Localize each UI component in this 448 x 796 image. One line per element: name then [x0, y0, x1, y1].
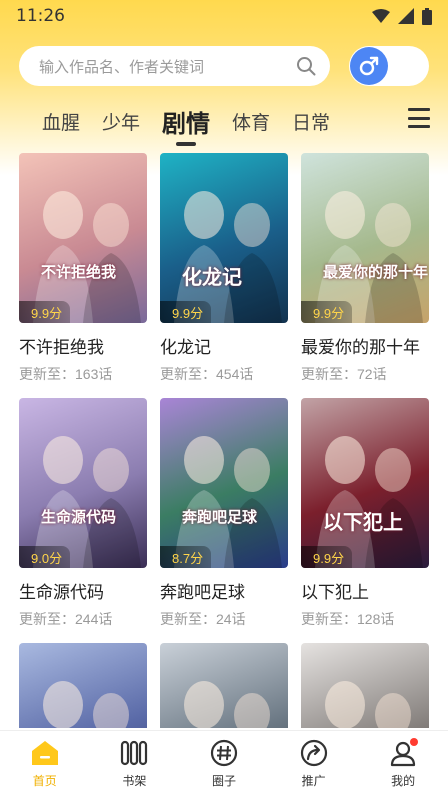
- tab-3[interactable]: 体育: [232, 108, 270, 135]
- cover-title-art: 生命源代码: [41, 508, 117, 526]
- wifi-icon: [372, 9, 390, 23]
- comic-cover[interactable]: [301, 643, 429, 728]
- comic-title[interactable]: 不许拒绝我: [19, 333, 147, 358]
- tab-indicator: [176, 141, 197, 146]
- nav-bookshelf-label: 书架: [122, 774, 147, 788]
- cover-art: [325, 681, 411, 728]
- nav-circle[interactable]: 圈子: [179, 731, 269, 796]
- comic-card[interactable]: [301, 643, 429, 728]
- comic-update-status: 更新至：128话: [301, 611, 395, 627]
- cover-art: [33, 436, 141, 568]
- gender-toggle[interactable]: [349, 46, 429, 86]
- bottom-nav: 首页 书架 圈子 推广 我的: [0, 730, 448, 796]
- rating-badge: 9.9分: [301, 301, 353, 323]
- tab-4[interactable]: 日常: [292, 108, 330, 135]
- cover-art: [174, 436, 282, 568]
- comic-card[interactable]: [160, 643, 288, 728]
- signal-icon: [398, 8, 414, 24]
- comic-cover[interactable]: 健: [19, 643, 147, 728]
- category-tabs: 血腥 少年 剧情 体育 日常 ​: [0, 96, 448, 146]
- nav-circle-label: 圈子: [211, 774, 236, 788]
- comic-title[interactable]: 生命源代码: [19, 578, 147, 603]
- nav-home[interactable]: 首页: [0, 731, 90, 796]
- comic-card[interactable]: 奔跑吧足球 8.7分 奔跑吧足球 更新至：24话: [160, 398, 288, 629]
- male-icon: [359, 56, 379, 76]
- rating-badge: 8.7分: [160, 546, 212, 568]
- tab-2-label: 剧情: [162, 110, 211, 138]
- male-knob[interactable]: [350, 47, 388, 85]
- status-bar: 11:26: [0, 0, 448, 32]
- cover-title-art: 奔跑吧足球: [182, 508, 258, 526]
- comic-update-status: 更新至：24话: [160, 611, 246, 627]
- nav-profile[interactable]: 我的: [358, 731, 448, 796]
- cover-title-art: 以下犯上: [323, 510, 403, 534]
- comic-title[interactable]: 化龙记: [160, 333, 288, 358]
- comic-cover[interactable]: 不许拒绝我 9.9分: [19, 153, 147, 323]
- cover-art: [315, 436, 423, 568]
- battery-icon: [422, 7, 432, 25]
- tab-partial-fade: ​: [352, 110, 364, 132]
- comic-cover[interactable]: 最爱你的那十年 9.9分: [301, 153, 429, 323]
- nav-profile-label: 我的: [391, 774, 416, 788]
- cover-art: [43, 681, 129, 728]
- rating-badge: 9.9分: [301, 546, 353, 568]
- status-icons: [372, 7, 432, 25]
- comic-cover[interactable]: 奔跑吧足球 8.7分: [160, 398, 288, 568]
- rating-badge: 9.9分: [19, 301, 71, 323]
- cover-art: [174, 191, 282, 323]
- cover-title-art: 不许拒绝我: [41, 263, 117, 281]
- nav-promote[interactable]: 推广: [269, 731, 359, 796]
- search-input[interactable]: 输入作品名、作者关键词: [19, 46, 330, 86]
- cover-art: [184, 681, 270, 728]
- comic-title[interactable]: 奔跑吧足球: [160, 578, 288, 603]
- home-icon: [30, 738, 60, 768]
- comic-cover[interactable]: 生命源代码 9.0分: [19, 398, 147, 568]
- comic-grid: 不许拒绝我 9.9分 不许拒绝我 更新至：163话 化龙记 9.9分 化龙记 更新至：454话…: [19, 153, 431, 728]
- cover-art: [315, 191, 423, 323]
- comic-update-status: 更新至：163话: [19, 366, 113, 382]
- comic-card[interactable]: 健: [19, 643, 147, 728]
- comic-card[interactable]: 不许拒绝我 9.9分 不许拒绝我 更新至：163话: [19, 153, 147, 384]
- bookshelf-icon: [119, 738, 149, 768]
- comic-cover[interactable]: 以下犯上 9.9分: [301, 398, 429, 568]
- comic-update-status: 更新至：454话: [160, 366, 254, 382]
- comic-card[interactable]: 生命源代码 9.0分 生命源代码 更新至：244话: [19, 398, 147, 629]
- search-placeholder: 输入作品名、作者关键词: [39, 58, 205, 76]
- comic-card[interactable]: 化龙记 9.9分 化龙记 更新至：454话: [160, 153, 288, 384]
- nav-promote-label: 推广: [301, 774, 326, 788]
- comic-title[interactable]: 以下犯上: [301, 578, 429, 603]
- nav-bookshelf[interactable]: 书架: [90, 731, 180, 796]
- circle-hash-icon: [209, 738, 239, 768]
- comic-card[interactable]: 最爱你的那十年 9.9分 最爱你的那十年 更新至：72话: [301, 153, 429, 384]
- tab-2[interactable]: 剧情: [162, 104, 211, 146]
- cover-art: [33, 191, 141, 323]
- tab-1[interactable]: 少年: [102, 108, 140, 135]
- profile-icon: [388, 738, 419, 768]
- nav-home-label: 首页: [32, 774, 57, 788]
- comic-title[interactable]: 最爱你的那十年: [301, 333, 429, 358]
- comic-update-status: 更新至：72话: [301, 366, 387, 382]
- status-time: 11:26: [16, 6, 65, 26]
- comic-cover[interactable]: 化龙记 9.9分: [160, 153, 288, 323]
- rating-badge: 9.9分: [160, 301, 212, 323]
- promote-icon: [299, 738, 329, 768]
- rating-badge: 9.0分: [19, 546, 71, 568]
- comic-card[interactable]: 以下犯上 9.9分 以下犯上 更新至：128话: [301, 398, 429, 629]
- search-row: 输入作品名、作者关键词: [19, 46, 431, 86]
- tab-0[interactable]: 血腥: [42, 108, 80, 135]
- menu-icon[interactable]: [408, 108, 430, 128]
- comic-cover[interactable]: [160, 643, 288, 728]
- cover-title-art: 最爱你的那十年: [323, 263, 429, 281]
- cover-title-art: 化龙记: [182, 265, 242, 289]
- comic-update-status: 更新至：244话: [19, 611, 113, 627]
- search-icon[interactable]: [296, 56, 316, 76]
